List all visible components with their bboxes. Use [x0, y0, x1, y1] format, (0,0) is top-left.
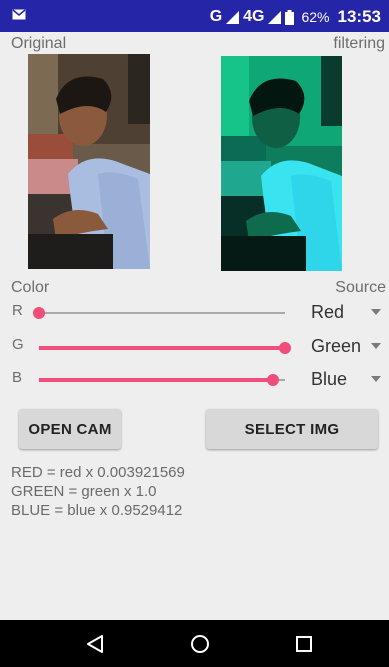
network-type-4g: 4G [243, 8, 265, 25]
back-icon[interactable] [86, 634, 104, 654]
r-dropdown-arrow-icon [371, 309, 381, 315]
original-label: Original [11, 35, 67, 52]
signal-icon-2 [268, 10, 282, 24]
status-bar: G 4G 62% 13:53 [0, 0, 389, 32]
source-label: Source [335, 279, 386, 296]
formula-green: GREEN = green x 1.0 [11, 483, 157, 500]
g-slider-thumb[interactable] [279, 342, 291, 354]
g-slider[interactable] [39, 338, 291, 358]
home-icon[interactable] [190, 634, 210, 654]
b-dropdown-arrow-icon [371, 376, 381, 382]
r-channel-label: R [12, 302, 23, 319]
b-source-select[interactable]: Blue [311, 369, 381, 390]
message-notification-icon [12, 9, 26, 20]
open-cam-button[interactable]: OPEN CAM [19, 409, 121, 449]
r-source-value: Red [311, 302, 345, 322]
b-slider-thumb[interactable] [267, 374, 279, 386]
battery-percent: 62% [301, 9, 330, 25]
filtered-image [221, 56, 342, 271]
color-label: Color [11, 279, 50, 296]
navigation-bar [0, 620, 389, 667]
signal-icon [226, 10, 240, 24]
g-source-select[interactable]: Green [311, 336, 381, 357]
r-source-select[interactable]: Red [311, 302, 381, 323]
formula-red: RED = red x 0.003921569 [11, 464, 185, 481]
b-channel-label: B [12, 369, 23, 386]
select-img-button[interactable]: SELECT IMG [206, 409, 378, 449]
formula-blue: BLUE = blue x 0.9529412 [11, 502, 183, 519]
r-slider-thumb[interactable] [33, 307, 45, 319]
b-slider[interactable] [39, 370, 285, 390]
original-image [28, 54, 150, 269]
g-channel-label: G [12, 336, 24, 353]
r-slider[interactable] [33, 303, 285, 323]
filtering-label: filtering [333, 35, 385, 52]
battery-icon [285, 9, 295, 25]
b-source-value: Blue [311, 369, 348, 389]
recent-apps-icon[interactable] [295, 634, 313, 654]
network-type-g: G [209, 8, 223, 25]
clock: 13:53 [337, 7, 381, 26]
g-source-value: Green [311, 336, 362, 356]
g-dropdown-arrow-icon [371, 343, 381, 349]
